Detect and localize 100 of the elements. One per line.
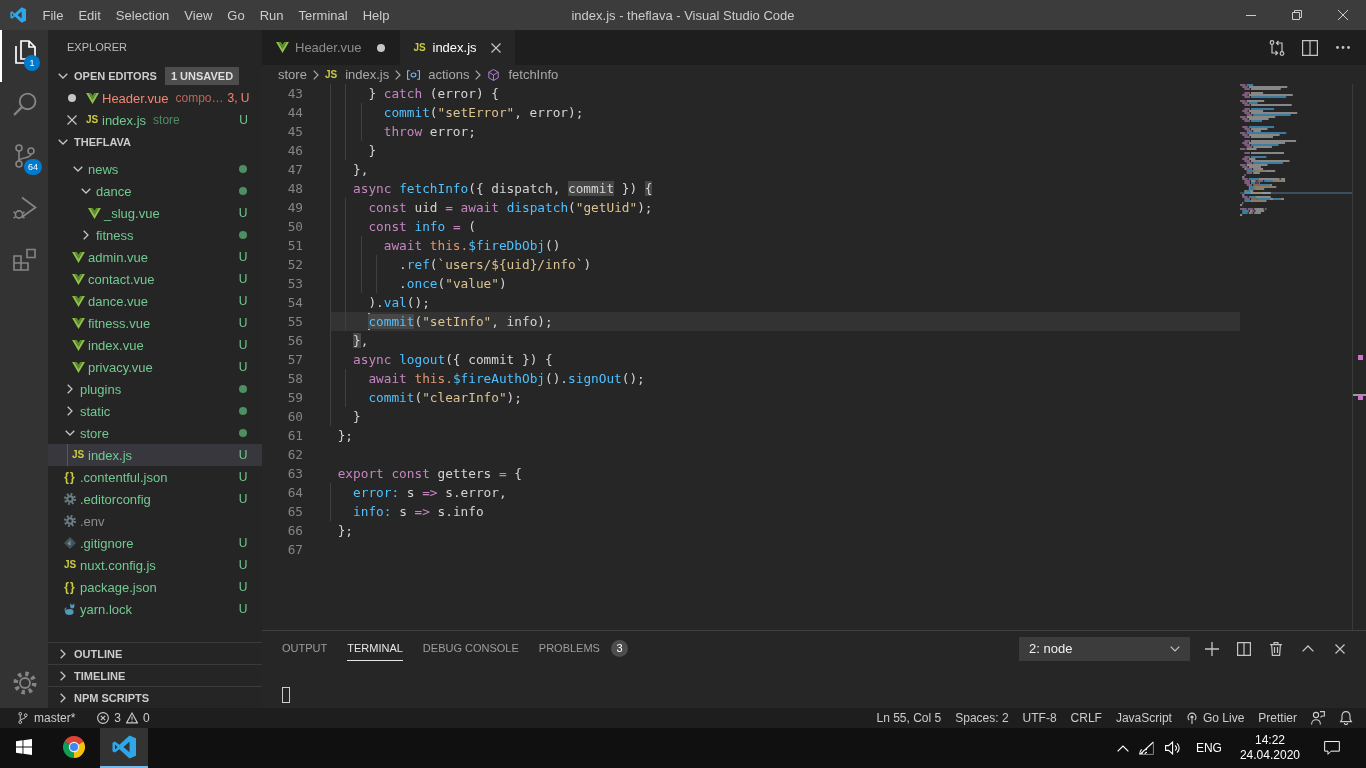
menu-item[interactable]: File bbox=[35, 0, 71, 30]
code-line: }, bbox=[352, 162, 369, 177]
taskbar-app-button[interactable] bbox=[100, 728, 148, 768]
tree-item[interactable]: JS index.js U bbox=[48, 444, 262, 466]
close-icon[interactable] bbox=[67, 115, 77, 125]
code-line: }; bbox=[337, 523, 354, 538]
input-language-button[interactable]: ENG bbox=[1185, 728, 1232, 768]
tree-item[interactable]: yarn.lock U bbox=[48, 598, 262, 620]
open-editor-item[interactable]: Header.vue compo… 3, U bbox=[48, 87, 262, 109]
status-item[interactable]: CRLF bbox=[1063, 708, 1109, 728]
git-status: U bbox=[237, 492, 249, 506]
menu-item[interactable]: Go bbox=[219, 0, 253, 30]
panel-tab[interactable]: TERMINAL bbox=[347, 636, 403, 661]
line-number: 61 bbox=[286, 427, 304, 445]
line-number: 58 bbox=[286, 370, 304, 388]
settings-icon bbox=[13, 671, 37, 695]
open-editor-item[interactable]: JS index.js store U bbox=[48, 109, 262, 131]
menu-item[interactable]: Selection bbox=[108, 0, 177, 30]
v-shape-icon bbox=[71, 317, 85, 329]
speech-bubble-icon bbox=[1324, 741, 1340, 755]
source-control-icon bbox=[13, 144, 37, 168]
panel-tab[interactable]: OUTPUT bbox=[282, 636, 328, 661]
feedback-icon bbox=[1311, 711, 1325, 725]
branch-status[interactable]: master* bbox=[10, 708, 83, 728]
menu-item[interactable]: Run bbox=[252, 0, 291, 30]
menu-item[interactable]: Edit bbox=[70, 0, 109, 30]
js-file-icon: JS bbox=[71, 449, 85, 461]
terminal-select[interactable]: 2: node bbox=[1019, 636, 1190, 661]
clock-time: 14:22 bbox=[1254, 733, 1285, 748]
v-shape-icon bbox=[71, 295, 85, 307]
tree-item[interactable]: fitness.vue U bbox=[48, 312, 262, 334]
change-dot-icon bbox=[239, 165, 247, 173]
v-shape-icon bbox=[87, 207, 101, 219]
close-icon[interactable] bbox=[490, 42, 501, 53]
tree-item[interactable]: .gitignore U bbox=[48, 532, 262, 554]
status-item[interactable]: JavaScript bbox=[1108, 708, 1179, 728]
clock-button[interactable]: 14:22 24.04.2020 bbox=[1231, 728, 1308, 768]
activity-button[interactable]: 64 bbox=[0, 134, 48, 186]
chevron-up-icon bbox=[1116, 744, 1129, 752]
change-dot-icon bbox=[239, 231, 247, 239]
menu-item[interactable]: Terminal bbox=[291, 0, 356, 30]
tree-item[interactable]: news bbox=[48, 158, 262, 180]
line-number: 63 bbox=[286, 465, 304, 483]
code-line: .once("value") bbox=[398, 276, 507, 291]
code-line: commit("setError", error); bbox=[382, 105, 584, 120]
status-item[interactable]: Go Live bbox=[1178, 708, 1252, 728]
section-header[interactable]: OPEN EDITORS 1 UNSAVED bbox=[48, 65, 262, 87]
tree-item[interactable]: admin.vue U bbox=[48, 246, 262, 268]
file-description: store bbox=[153, 113, 180, 127]
tree-item[interactable]: {} .contentful.json U bbox=[48, 466, 262, 488]
tree-item[interactable]: contact.vue U bbox=[48, 268, 262, 290]
section-header[interactable]: OUTLINE bbox=[48, 642, 262, 664]
unsaved-badge: 1 UNSAVED bbox=[164, 67, 240, 85]
problems-status[interactable]: 3 0 bbox=[90, 708, 157, 728]
chevron-right-icon bbox=[475, 69, 482, 80]
tree-item[interactable]: index.vue U bbox=[48, 334, 262, 356]
minimize-icon bbox=[1246, 14, 1256, 16]
status-item[interactable]: Spaces: 2 bbox=[948, 708, 1016, 728]
network-icon bbox=[1138, 741, 1155, 755]
status-item[interactable]: Ln 55, Col 5 bbox=[869, 708, 949, 728]
v-shape-icon bbox=[275, 42, 289, 53]
line-number: 55 bbox=[286, 313, 304, 331]
tree-item[interactable]: privacy.vue U bbox=[48, 356, 262, 378]
breadcrumb-item[interactable]: actions bbox=[407, 65, 470, 84]
tree-item[interactable]: fitness bbox=[48, 224, 262, 246]
editor-tab[interactable]: JS index.js bbox=[399, 30, 515, 65]
minimap-drawing[interactable] bbox=[1240, 84, 1352, 218]
tree-item[interactable]: static bbox=[48, 400, 262, 422]
tree-item[interactable]: _slug.vue U bbox=[48, 202, 262, 224]
breadcrumb-item[interactable]: store bbox=[278, 65, 307, 84]
status-item[interactable]: Prettier bbox=[1251, 708, 1304, 728]
cube-icon bbox=[487, 68, 501, 81]
ribbon-logo-icon bbox=[10, 7, 26, 23]
tree-item[interactable]: JS nuxt.config.js U bbox=[48, 554, 262, 576]
line-number: 62 bbox=[286, 446, 304, 464]
section-header[interactable]: THEFLAVA bbox=[48, 131, 262, 153]
section-header[interactable]: TIMELINE bbox=[48, 664, 262, 686]
tree-item[interactable]: dance bbox=[48, 180, 262, 202]
line-number: 48 bbox=[286, 180, 304, 198]
line-number: 53 bbox=[286, 275, 304, 293]
gear-icon bbox=[64, 493, 76, 505]
split-icon bbox=[1237, 641, 1251, 656]
search-icon bbox=[13, 92, 37, 116]
tree-item[interactable]: plugins bbox=[48, 378, 262, 400]
menu-item[interactable]: View bbox=[176, 0, 220, 30]
tree-item[interactable]: dance.vue U bbox=[48, 290, 262, 312]
status-item[interactable]: UTF-8 bbox=[1015, 708, 1064, 728]
line-number: 65 bbox=[286, 503, 304, 521]
breadcrumb-item[interactable]: JS index.js bbox=[324, 65, 390, 84]
tree-item[interactable]: store bbox=[48, 422, 262, 444]
panel-tab[interactable]: DEBUG CONSOLE bbox=[422, 636, 519, 661]
chevron-right-icon bbox=[395, 69, 402, 80]
tree-item[interactable]: .env bbox=[48, 510, 262, 532]
ribbon-logo-icon bbox=[112, 735, 136, 759]
panel-tab[interactable]: PROBLEMS 3 bbox=[538, 636, 628, 661]
tree-item[interactable]: .editorconfig U bbox=[48, 488, 262, 510]
tree-item[interactable]: {} package.json U bbox=[48, 576, 262, 598]
breadcrumb-item[interactable]: fetchInfo bbox=[487, 65, 559, 84]
menu-item[interactable]: Help bbox=[355, 0, 397, 30]
line-number: 45 bbox=[286, 123, 304, 141]
